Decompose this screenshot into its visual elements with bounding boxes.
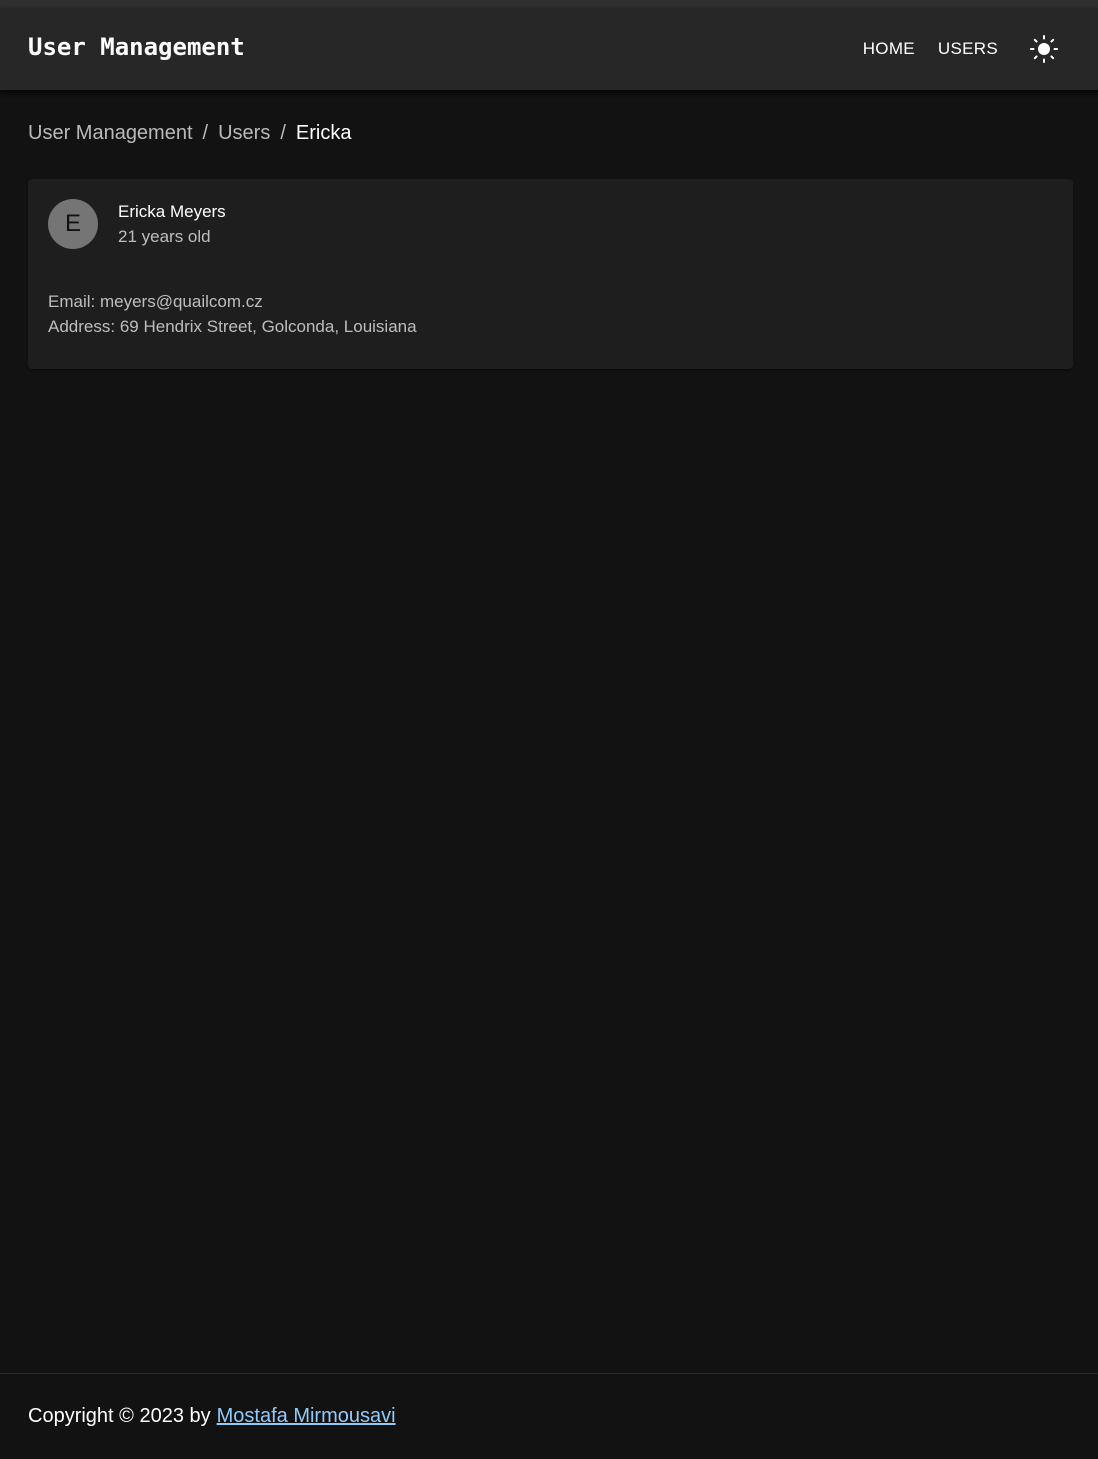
app-title[interactable]: User Management [28,33,245,61]
avatar: E [48,199,98,249]
user-address-row: Address: 69 Hendrix Street, Golconda, Lo… [48,314,1053,339]
app-root: User Management HOME USERS User Manageme… [0,0,1098,1459]
breadcrumb-link-home[interactable]: User Management [28,122,193,145]
breadcrumb-link-users[interactable]: Users [218,122,270,145]
theme-toggle-button[interactable] [1024,29,1064,69]
breadcrumb-separator: / [202,122,209,144]
top-nav: HOME USERS [840,29,1070,69]
user-card-header: E Ericka Meyers 21 years old [48,199,1053,249]
footer-author-link[interactable]: Mostafa Mirmousavi [217,1405,396,1428]
email-value: meyers@quailcom.cz [99,292,263,311]
email-label: Email: [48,292,96,311]
user-email-row: Email: meyers@quailcom.cz [48,289,1053,314]
user-age: 21 years old [118,227,211,246]
breadcrumb-current: Ericka [295,122,352,144]
user-name: Ericka Meyers [118,202,226,221]
address-value: 69 Hendrix Street, Golconda, Louisiana [119,317,417,336]
breadcrumb-separator: / [280,122,286,144]
breadcrumb: User Management / Users / Ericka [0,122,1098,145]
user-card-header-text: Ericka Meyers 21 years old [118,199,226,249]
sun-icon [1030,35,1058,63]
app-bar: User Management HOME USERS [0,8,1098,90]
footer: Copyright © 2023 by Mostafa Mirmousavi [0,1373,1098,1459]
footer-copyright: Copyright © 2023 by [28,1405,211,1427]
nav-users-link[interactable]: USERS [938,39,998,59]
nav-home-link[interactable]: HOME [863,39,915,59]
address-label: Address: [48,317,116,336]
user-card-body: Email: meyers@quailcom.cz Address: 69 He… [48,289,1053,339]
user-card: E Ericka Meyers 21 years old Email: meye… [28,179,1073,369]
